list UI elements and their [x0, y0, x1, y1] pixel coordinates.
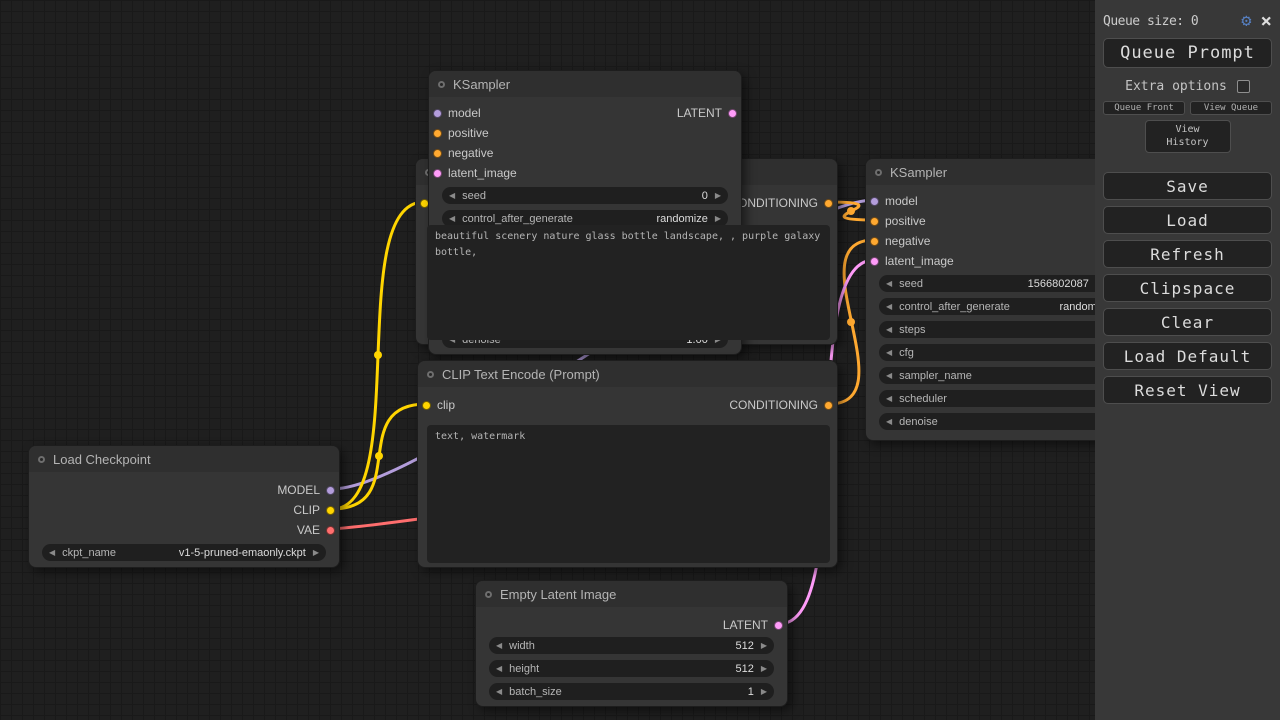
latent-image-input-dot[interactable] [870, 257, 879, 266]
view-history-button[interactable]: View History [1145, 120, 1231, 153]
slot-row: VAE [29, 520, 339, 540]
node-title-bar[interactable]: KSampler [429, 71, 741, 97]
clip-input-dot[interactable] [422, 401, 431, 410]
collapse-dot-icon[interactable] [438, 81, 445, 88]
decrement-arrow-icon[interactable]: ◀ [886, 417, 892, 426]
sampler-name-widget[interactable]: ◀ sampler_name ▶ [879, 367, 1131, 384]
queue-size-label: Queue size: 0 [1103, 14, 1198, 29]
decrement-arrow-icon[interactable]: ◀ [886, 348, 892, 357]
negative-prompt-textarea[interactable]: text, watermark [427, 425, 830, 563]
seed-widget[interactable]: ◀ seed 1566802087 ▶ [879, 275, 1131, 292]
extra-options-label: Extra options [1125, 79, 1227, 94]
negative-input-dot[interactable] [433, 149, 442, 158]
wire-clip-to-positive-prompt [332, 202, 424, 509]
scheduler-widget[interactable]: ◀ scheduler ▶ [879, 390, 1131, 407]
latent-image-input-dot[interactable] [433, 169, 442, 178]
settings-gear-icon[interactable]: ⚙ [1241, 13, 1251, 30]
increment-arrow-icon[interactable]: ▶ [715, 191, 721, 200]
collapse-dot-icon[interactable] [38, 456, 45, 463]
increment-arrow-icon[interactable]: ▶ [715, 214, 721, 223]
clipspace-button[interactable]: Clipspace [1103, 274, 1272, 302]
latent-output-dot[interactable] [774, 621, 783, 630]
slot-row: LATENT [476, 615, 787, 635]
cfg-widget[interactable]: ◀ cfg ▶ [879, 344, 1131, 361]
decrement-arrow-icon[interactable]: ◀ [449, 191, 455, 200]
save-button[interactable]: Save [1103, 172, 1272, 200]
node-title: KSampler [890, 165, 947, 180]
next-option-arrow-icon[interactable]: ▶ [313, 548, 319, 557]
slot-row: MODEL [29, 480, 339, 500]
decrement-arrow-icon[interactable]: ◀ [496, 664, 502, 673]
decrement-arrow-icon[interactable]: ◀ [886, 371, 892, 380]
decrement-arrow-icon[interactable]: ◀ [449, 214, 455, 223]
batch-size-widget[interactable]: ◀ batch_size 1 ▶ [489, 683, 774, 700]
increment-arrow-icon[interactable]: ▶ [761, 664, 767, 673]
queue-front-button[interactable]: Queue Front [1103, 101, 1185, 115]
refresh-button[interactable]: Refresh [1103, 240, 1272, 268]
slot-row: CLIP [29, 500, 339, 520]
node-canvas[interactable]: CLIP Text Encode (Prompt) clip CONDITION… [0, 0, 1280, 720]
model-input-dot[interactable] [433, 109, 442, 118]
wire-clip-to-negative-prompt [332, 404, 426, 509]
clip-output-dot[interactable] [326, 506, 335, 515]
slot-row: model LATENT [429, 103, 741, 123]
close-icon[interactable]: × [1261, 12, 1272, 31]
slot-row: positive [429, 123, 741, 143]
slot-row: negative [429, 143, 741, 163]
denoise-widget[interactable]: ◀ denoise ▶ [879, 413, 1131, 430]
seed-widget[interactable]: ◀ seed 0 ▶ [442, 187, 728, 204]
link-midpoint-dot [847, 318, 855, 326]
extra-options-checkbox[interactable] [1237, 80, 1250, 93]
decrement-arrow-icon[interactable]: ◀ [886, 325, 892, 334]
load-checkpoint-node[interactable]: Load Checkpoint MODEL CLIP VAE ◀ ckpt_na… [28, 445, 340, 568]
vae-output-dot[interactable] [326, 526, 335, 535]
decrement-arrow-icon[interactable]: ◀ [886, 302, 892, 311]
clear-button[interactable]: Clear [1103, 308, 1272, 336]
load-button[interactable]: Load [1103, 206, 1272, 234]
negative-input-dot[interactable] [870, 237, 879, 246]
decrement-arrow-icon[interactable]: ◀ [496, 641, 502, 650]
increment-arrow-icon[interactable]: ▶ [761, 687, 767, 696]
steps-widget[interactable]: ◀ steps ▶ [879, 321, 1131, 338]
view-queue-button[interactable]: View Queue [1190, 101, 1272, 115]
queue-prompt-button[interactable]: Queue Prompt [1103, 38, 1272, 68]
collapse-dot-icon[interactable] [485, 591, 492, 598]
conditioning-output-dot[interactable] [824, 401, 833, 410]
link-midpoint-dot [374, 351, 382, 359]
node-title: Empty Latent Image [500, 587, 616, 602]
node-title: KSampler [453, 77, 510, 92]
decrement-arrow-icon[interactable]: ◀ [886, 279, 892, 288]
conditioning-output-dot[interactable] [824, 199, 833, 208]
increment-arrow-icon[interactable]: ▶ [761, 641, 767, 650]
ckpt-name-widget[interactable]: ◀ ckpt_name v1-5-pruned-emaonly.ckpt ▶ [42, 544, 326, 561]
node-title-bar[interactable]: Empty Latent Image [476, 581, 787, 607]
node-title-bar[interactable]: Load Checkpoint [29, 446, 339, 472]
positive-input-dot[interactable] [870, 217, 879, 226]
positive-prompt-textarea[interactable]: beautiful scenery nature glass bottle la… [427, 225, 830, 340]
reset-view-button[interactable]: Reset View [1103, 376, 1272, 404]
collapse-dot-icon[interactable] [875, 169, 882, 176]
decrement-arrow-icon[interactable]: ◀ [496, 687, 502, 696]
positive-input-dot[interactable] [433, 129, 442, 138]
width-widget[interactable]: ◀ width 512 ▶ [489, 637, 774, 654]
control-after-generate-widget[interactable]: ◀ control_after_generate randomize ▶ [879, 298, 1131, 315]
slot-row: clip CONDITIONING [418, 395, 837, 415]
load-default-button[interactable]: Load Default [1103, 342, 1272, 370]
menu-panel: Queue size: 0 ⚙ × Queue Prompt Extra opt… [1095, 0, 1280, 720]
collapse-dot-icon[interactable] [427, 371, 434, 378]
node-title: Load Checkpoint [53, 452, 151, 467]
empty-latent-image-node[interactable]: Empty Latent Image LATENT ◀ width 512 ▶ … [475, 580, 788, 707]
decrement-arrow-icon[interactable]: ◀ [886, 394, 892, 403]
model-output-dot[interactable] [326, 486, 335, 495]
link-midpoint-dot [847, 207, 855, 215]
link-midpoint-dot [375, 452, 383, 460]
node-title: CLIP Text Encode (Prompt) [442, 367, 600, 382]
node-title-bar[interactable]: CLIP Text Encode (Prompt) [418, 361, 837, 387]
latent-output-dot[interactable] [728, 109, 737, 118]
height-widget[interactable]: ◀ height 512 ▶ [489, 660, 774, 677]
slot-row: latent_image [429, 163, 741, 183]
model-input-dot[interactable] [870, 197, 879, 206]
prev-option-arrow-icon[interactable]: ◀ [49, 548, 55, 557]
